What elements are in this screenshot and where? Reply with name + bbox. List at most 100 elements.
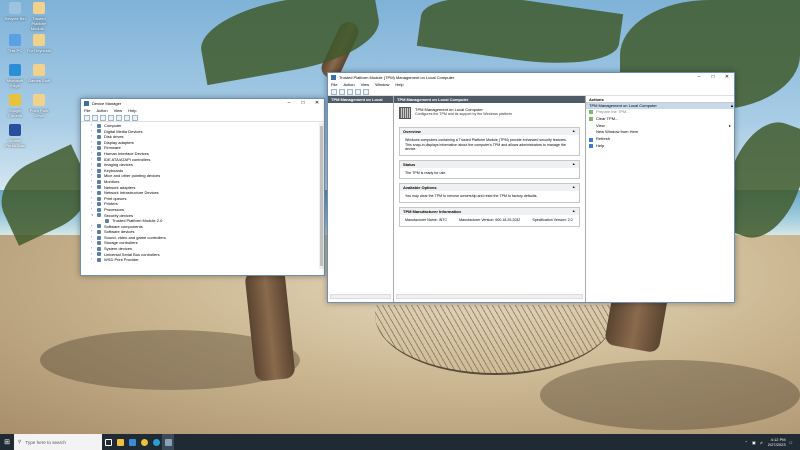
action-item[interactable]: Help	[586, 143, 734, 150]
device-category-icon	[97, 252, 101, 257]
action-pane-icon[interactable]	[363, 88, 369, 95]
menu-file[interactable]: File	[84, 108, 90, 113]
action-item[interactable]: New Window from Here	[586, 129, 734, 136]
device-manager-taskbar-icon[interactable]	[162, 434, 174, 450]
back-arrow-icon[interactable]	[331, 88, 337, 95]
center-pane-scrollbar[interactable]	[396, 294, 583, 299]
collapse-arrow-icon[interactable]: ▲	[572, 208, 579, 215]
desktop-icon-image	[9, 94, 21, 106]
device-category-icon	[97, 241, 101, 246]
desktop-icon[interactable]: Trusted Platform Module...	[26, 2, 52, 31]
show-hide-tree-icon[interactable]	[100, 114, 106, 121]
overview-section: Overview ▲ Windows computers containing a…	[399, 127, 580, 156]
properties-icon[interactable]	[108, 114, 114, 121]
forward-arrow-icon[interactable]	[92, 114, 98, 121]
device-manager-title: Device Manager	[92, 100, 122, 106]
volume-icon[interactable]: ♬	[760, 440, 764, 445]
device-manager-window[interactable]: Device Manager – □ ✕ File Action View He…	[80, 98, 325, 276]
menu-help[interactable]: Help	[128, 108, 136, 113]
back-arrow-icon[interactable]	[84, 114, 90, 121]
wallpaper-frond	[416, 0, 624, 74]
update-driver-icon[interactable]	[124, 114, 130, 121]
taskbar-search-box[interactable]: ⚲ Type here to search	[14, 434, 102, 450]
device-category-icon	[97, 185, 101, 190]
options-text: You may clear the TPM to remove ownershi…	[405, 194, 538, 199]
console-tree-scrollbar[interactable]	[330, 294, 391, 299]
action-item[interactable]: Refresh	[586, 136, 734, 143]
scan-hardware-icon[interactable]	[132, 114, 138, 121]
device-category-icon	[97, 235, 101, 240]
action-icon	[589, 131, 593, 135]
desktop-icon[interactable]: Brother iPrint&Scan	[2, 124, 28, 148]
collapse-arrow-icon[interactable]: ▲	[572, 161, 579, 168]
taskbar: ⊞ ⚲ Type here to search ⌃ ▣ ♬ 4:12 PM 2/…	[0, 434, 800, 450]
device-category-icon	[97, 179, 101, 184]
scrollbar-thumb[interactable]	[320, 126, 323, 266]
console-tree-root[interactable]: TPM Management on Local Comp	[328, 96, 393, 109]
desktop-icon-label: For Reynolds	[27, 48, 51, 53]
action-label: Clear TPM...	[596, 115, 619, 121]
action-item[interactable]: Clear TPM...	[586, 116, 734, 123]
windows-start-icon[interactable]: ⊞	[0, 434, 14, 450]
manufacturer-header[interactable]: TPM Manufacturer Information ▲	[400, 207, 579, 215]
desktop-icon[interactable]: This PC	[2, 34, 28, 53]
desktop-icon[interactable]: Point Park Drive	[26, 94, 52, 118]
collapse-arrow-icon[interactable]: ▲	[572, 184, 579, 191]
tpm-toolbar	[328, 88, 734, 96]
manufacturer-version-label: Manufacturer Version:	[459, 217, 495, 222]
desktop-icon-label: Recycle Bin	[4, 16, 26, 21]
forward-arrow-icon[interactable]	[339, 88, 345, 95]
tpm-titlebar[interactable]: Trusted Platform Module (TPM) Management…	[328, 73, 734, 81]
chrome-icon[interactable]	[138, 434, 150, 450]
help-icon[interactable]	[116, 114, 122, 121]
collapse-arrow-icon[interactable]: ▲	[572, 128, 579, 135]
show-hide-tree-icon[interactable]	[347, 88, 353, 95]
manufacturer-version-value: 600.18.25.2032	[495, 217, 521, 222]
help-icon[interactable]	[355, 88, 361, 95]
desktop-icon[interactable]: Recycle Bin	[2, 2, 28, 21]
task-view-icon[interactable]	[102, 434, 114, 450]
search-icon: ⚲	[18, 439, 22, 444]
device-tree-item[interactable]: › WSD Print Provider	[91, 257, 324, 263]
close-button[interactable]: ✕	[310, 99, 324, 107]
device-tree-scrollbar[interactable]	[319, 123, 324, 269]
console-tree-pane[interactable]: TPM Management on Local Comp	[328, 96, 394, 302]
overview-title: Overview	[403, 129, 421, 134]
tpm-management-window[interactable]: Trusted Platform Module (TPM) Management…	[327, 72, 735, 303]
menu-view[interactable]: View	[361, 82, 370, 87]
mail-icon[interactable]	[126, 434, 138, 450]
minimize-button[interactable]: –	[282, 99, 296, 107]
file-explorer-icon[interactable]	[114, 434, 126, 450]
action-item[interactable]: Prepare the TPM...	[586, 109, 734, 116]
notifications-icon[interactable]: □	[790, 440, 792, 445]
overview-header[interactable]: Overview ▲	[400, 128, 579, 135]
desktop-icon[interactable]: Microsoft Edge	[2, 64, 28, 88]
action-item[interactable]: View ▸	[586, 123, 734, 130]
device-category-icon	[97, 174, 101, 179]
maximize-button[interactable]: □	[296, 99, 310, 107]
options-section: Available Options ▲ You may clear the TPM…	[399, 183, 580, 203]
chevron-up-icon[interactable]: ⌃	[745, 440, 748, 445]
close-button[interactable]: ✕	[720, 73, 734, 81]
maximize-button[interactable]: □	[706, 73, 720, 81]
desktop-icon[interactable]: Games Stuff	[26, 64, 52, 83]
actions-header: Actions	[586, 96, 734, 103]
device-category-icon	[97, 157, 101, 162]
menu-help[interactable]: Help	[395, 82, 403, 87]
device-tree[interactable]: › Computer › Digital Media Devices › Disk dri…	[81, 122, 324, 274]
menu-window[interactable]: Window	[375, 82, 389, 87]
desktop-icon[interactable]: For Reynolds	[26, 34, 52, 53]
minimize-button[interactable]: –	[692, 73, 706, 81]
network-icon[interactable]: ▣	[752, 440, 756, 445]
menu-view[interactable]: View	[114, 108, 123, 113]
menu-file[interactable]: File	[331, 82, 337, 87]
desktop-icon[interactable]: Google Chrome	[2, 94, 28, 118]
edge-icon[interactable]	[150, 434, 162, 450]
options-header[interactable]: Available Options ▲	[400, 184, 579, 192]
device-manager-titlebar[interactable]: Device Manager – □ ✕	[81, 99, 324, 107]
menu-action[interactable]: Action	[343, 82, 354, 87]
desktop-icon-image	[33, 94, 45, 106]
menu-action[interactable]: Action	[96, 108, 107, 113]
taskbar-clock[interactable]: 4:12 PM 2/27/2023	[768, 437, 786, 447]
status-header[interactable]: Status ▲	[400, 160, 579, 168]
